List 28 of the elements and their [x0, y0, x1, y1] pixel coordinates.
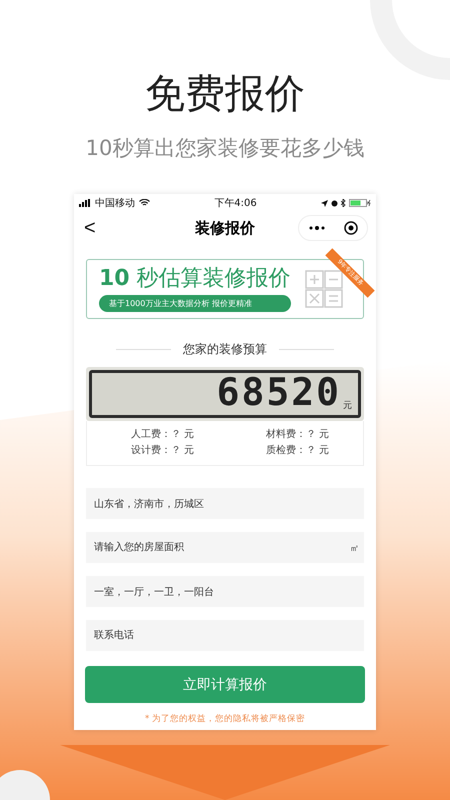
page-title: 装修报价: [195, 218, 255, 238]
signal-icon: [79, 199, 91, 207]
banner-title: 10 秒估算装修报价: [99, 266, 291, 292]
calculator-icon: [304, 270, 343, 308]
status-time: 下午4:06: [214, 197, 257, 210]
bluetooth-icon: [341, 199, 346, 207]
unit-label: ㎡: [350, 543, 359, 555]
cost-item: 设计费：？ 元: [131, 444, 196, 457]
headline: 免费报价: [145, 70, 305, 119]
currency-unit: 元: [343, 400, 352, 412]
wifi-icon: [139, 199, 150, 207]
banner-tagline: 基于1000万业主大数据分析 报价更精准: [99, 295, 291, 312]
input-field[interactable]: 联系电话: [86, 620, 364, 651]
more-icon[interactable]: [308, 226, 324, 230]
input-field[interactable]: 山东省，济南市，历城区: [86, 488, 364, 519]
section-title: 您家的装修预算: [183, 341, 267, 358]
battery-icon: [349, 199, 371, 207]
back-button[interactable]: <: [84, 218, 96, 238]
subheadline: 10秒算出您家装修要花多少钱: [86, 135, 364, 162]
privacy-note: * 为了您的权益，您的隐私将被严格保密: [144, 713, 306, 725]
location-icon: [321, 200, 328, 206]
carrier-name: 中国移动: [95, 196, 135, 210]
cost-item: 人工费：？ 元: [131, 428, 196, 441]
circle-decoration: [0, 770, 50, 800]
budget-amount: 68520: [216, 372, 341, 412]
cost-item: 材料费：？ 元: [266, 428, 329, 441]
input-field[interactable]: 一室，一厅，一卫，一阳台: [86, 576, 364, 607]
cost-item: 质检费：？ 元: [266, 444, 329, 457]
